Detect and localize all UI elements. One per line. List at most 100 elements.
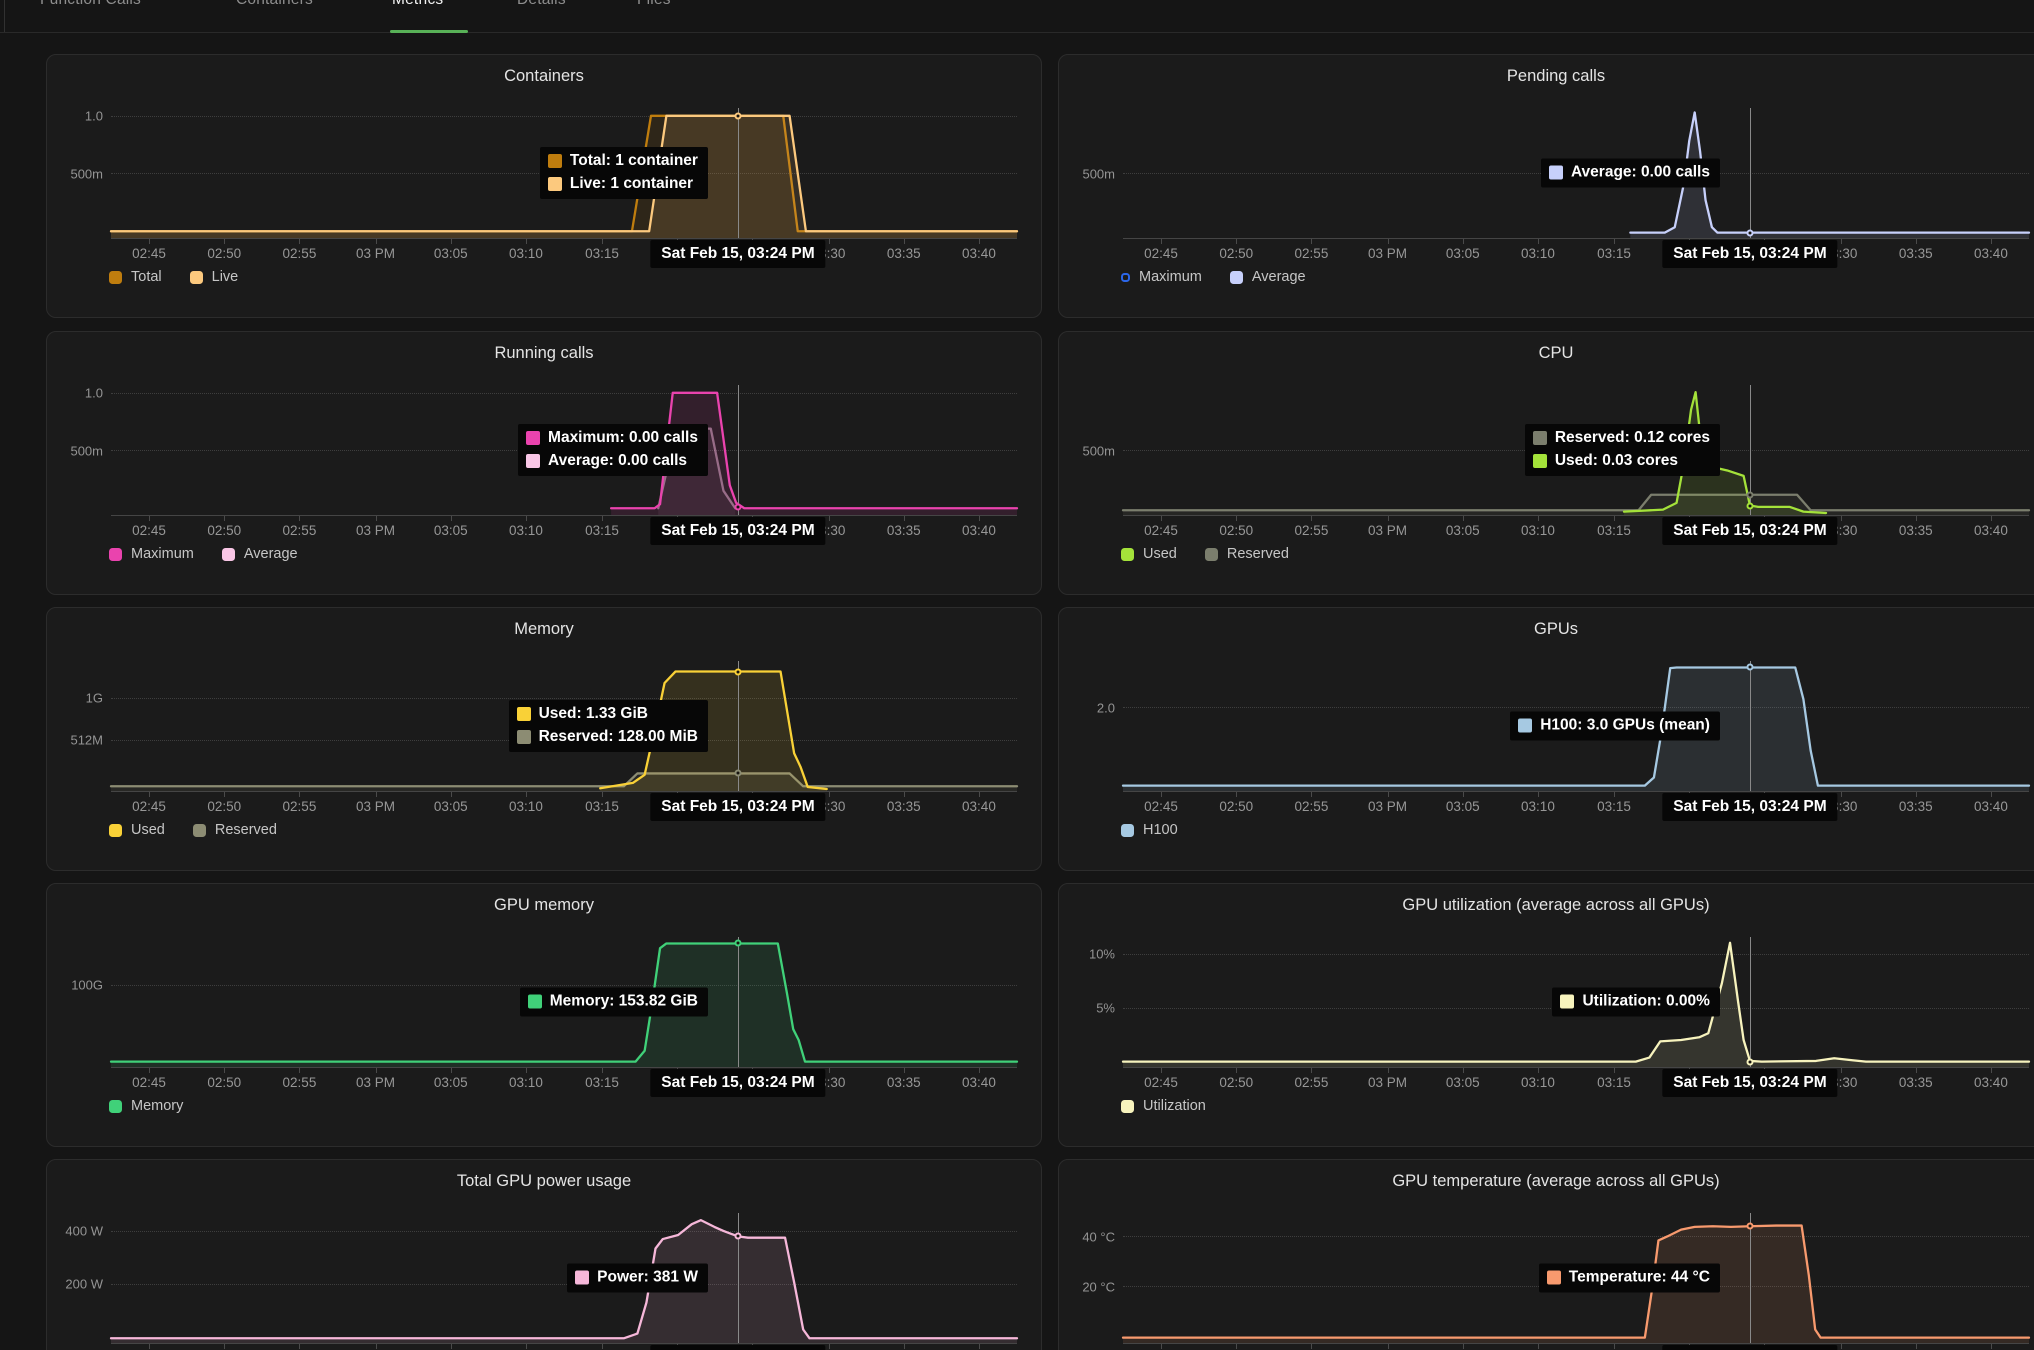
x-axis-tick [1311,1344,1312,1349]
crosshair-line [1750,108,1751,238]
x-axis-tick [1614,516,1615,521]
date-tooltip: Sat Feb 15, 03:24 PM [1662,240,1837,268]
x-axis-label: 02:50 [1219,523,1253,538]
x-axis-tick [1991,1344,1992,1349]
x-axis-tick [376,1344,377,1349]
x-axis-label: 03:15 [585,799,619,814]
legend-item-memory[interactable]: Memory [109,1098,183,1114]
legend-item-average[interactable]: Average [1230,269,1306,285]
x-axis-tick [526,1344,527,1349]
x-axis-tick [1236,516,1237,521]
tooltip-row: Used: 1.33 GiB [517,705,698,723]
x-axis-tick [829,1068,830,1073]
x-axis-tick [1161,792,1162,797]
x-axis-tick [299,239,300,244]
x-axis-tick [1841,516,1842,521]
x-axis-tick [904,239,905,244]
value-tooltip: Temperature: 44 °C [1539,1264,1720,1293]
x-axis-tick [451,1344,452,1349]
x-axis-tick [1236,1068,1237,1073]
x-axis-label: 03:05 [434,1075,468,1090]
legend-item-live[interactable]: Live [190,269,239,285]
crosshair-line [1750,661,1751,791]
x-axis-tick [376,792,377,797]
x-axis-label: 03 PM [356,523,395,538]
crosshair-line [738,385,739,515]
legend-item-used[interactable]: Used [1121,546,1177,562]
hover-marker [734,503,741,510]
x-axis-tick [602,1344,603,1349]
chart-plot[interactable]: Reserved: 0.12 coresUsed: 0.03 cores [1123,380,2029,516]
legend-swatch [1121,824,1134,837]
legend-item-utilization[interactable]: Utilization [1121,1098,1206,1114]
x-axis-tick [1991,1068,1992,1073]
x-axis-label: 03:05 [1446,523,1480,538]
chart-title: Running calls [47,344,1041,363]
metrics-dashboard: { "tabs": { "items": [ {"label": "Functi… [0,0,2034,1350]
chart-plot[interactable]: Temperature: 44 °C [1123,1208,2029,1344]
legend-item-maximum[interactable]: Maximum [1121,269,1202,285]
chart-plot[interactable]: Maximum: 0.00 callsAverage: 0.00 calls [111,380,1017,516]
legend-item-total[interactable]: Total [109,269,162,285]
x-axis-tick [979,239,980,244]
legend-swatch [109,271,122,284]
x-axis-tick [224,516,225,521]
chart-plot[interactable]: Total: 1 containerLive: 1 container [111,103,1017,239]
y-axis-label: 20 °C [1061,1279,1115,1294]
tab-containers[interactable]: Containers [236,0,313,9]
legend-item-h100[interactable]: H100 [1121,822,1178,838]
tab-details[interactable]: Details [517,0,566,9]
x-axis-tick [1538,1344,1539,1349]
chart-card-gpu-temperature: GPU temperature (average across all GPUs… [1058,1159,2034,1350]
tab-files[interactable]: Files [637,0,671,9]
x-axis-tick [1916,516,1917,521]
legend-item-used[interactable]: Used [109,822,165,838]
chart-title: GPU utilization (average across all GPUs… [1059,896,2034,915]
x-axis-tick [1311,792,1312,797]
tab-bar: Function Calls Containers Metrics Details Fi… [0,0,2034,33]
x-axis-tick [149,516,150,521]
chart-plot[interactable]: Memory: 153.82 GiB [111,932,1017,1068]
date-tooltip: Sat Feb 15, 03:24 PM [1662,793,1837,821]
chart-plot[interactable]: Used: 1.33 GiBReserved: 128.00 MiB [111,656,1017,792]
x-axis-label: 03:05 [434,246,468,261]
series-line-reserved [1123,495,2029,511]
x-axis-tick [1161,1068,1162,1073]
value-tooltip: Used: 1.33 GiBReserved: 128.00 MiB [509,700,708,752]
legend-item-average[interactable]: Average [222,546,298,562]
tooltip-text: Used: 1.33 GiB [539,705,648,723]
legend-item-reserved[interactable]: Reserved [193,822,277,838]
tab-metrics[interactable]: Metrics [392,0,443,9]
legend-item-maximum[interactable]: Maximum [109,546,194,562]
tooltip-series-swatch [1518,719,1532,733]
y-axis-label: 2.0 [1061,700,1115,715]
tooltip-text: Temperature: 44 °C [1569,1269,1710,1287]
chart-card-memory: Memory1G512MUsed: 1.33 GiBReserved: 128.… [46,607,1042,871]
tooltip-text: H100: 3.0 GPUs (mean) [1540,717,1710,735]
tab-function-calls[interactable]: Function Calls [40,0,141,9]
x-axis-label: 02:55 [1295,523,1329,538]
y-axis-label: 500m [49,443,103,458]
tooltip-series-swatch [1560,995,1574,1009]
x-axis-tick [1388,1344,1389,1349]
x-axis-tick [1991,239,1992,244]
chart-plot[interactable]: Average: 0.00 calls [1123,103,2029,239]
y-axis-label: 500m [49,166,103,181]
legend-item-reserved[interactable]: Reserved [1205,546,1289,562]
x-axis-label: 02:50 [207,523,241,538]
hover-marker [734,668,741,675]
y-axis-label: 400 W [49,1224,103,1239]
hover-marker [1746,229,1753,236]
chart-card-containers: Containers1.0500mTotal: 1 containerLive:… [46,54,1042,318]
legend-label: Reserved [1227,546,1289,562]
x-axis-tick [602,516,603,521]
x-axis-tick [224,239,225,244]
chart-plot[interactable]: H100: 3.0 GPUs (mean) [1123,656,2029,792]
chart-plot[interactable]: Utilization: 0.00% [1123,932,2029,1068]
x-axis-label: 03:35 [887,246,921,261]
x-axis-label: 03:10 [509,523,543,538]
chart-plot[interactable]: Power: 381 W [111,1208,1017,1344]
x-axis-label: 03:35 [1899,523,1933,538]
x-axis-label: 02:55 [283,1075,317,1090]
x-axis-tick [1463,239,1464,244]
